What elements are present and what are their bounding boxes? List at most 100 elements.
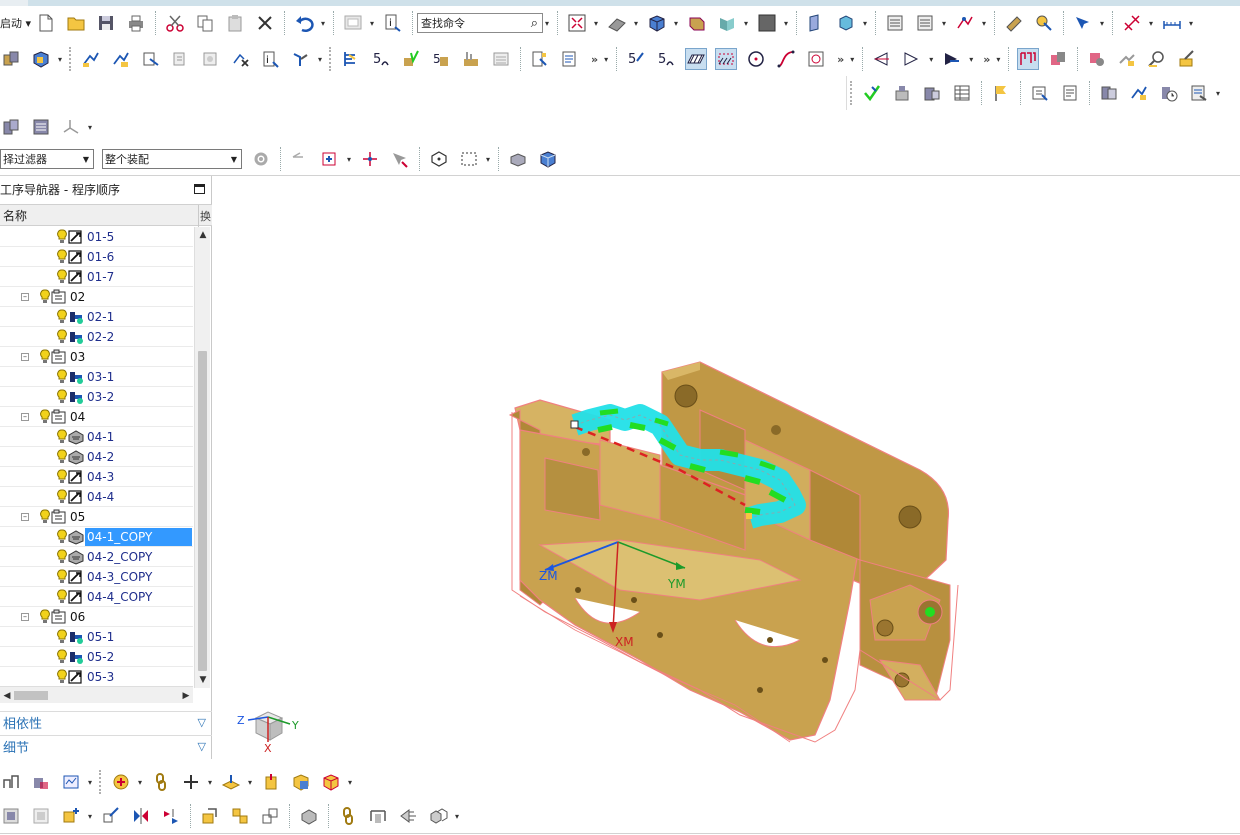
tree-operation-row[interactable]: 04-4_COPY bbox=[0, 587, 193, 607]
search-icon[interactable]: ⌕ bbox=[531, 16, 538, 31]
projection-dropdown[interactable]: ▾ bbox=[967, 48, 975, 70]
part-list-icon[interactable] bbox=[1098, 82, 1120, 104]
tree-horizontal-scrollbar[interactable]: ◀ ▶ bbox=[0, 686, 193, 703]
component-icon[interactable] bbox=[30, 48, 52, 70]
tree-operation-row[interactable]: 03-2 bbox=[0, 387, 193, 407]
view-triad[interactable]: Z Y X bbox=[237, 711, 299, 755]
hscroll-thumb[interactable] bbox=[14, 691, 48, 700]
move-component-icon[interactable] bbox=[100, 805, 122, 827]
delete-icon[interactable] bbox=[254, 12, 276, 34]
tree-operation-row[interactable]: 04-2 bbox=[0, 447, 193, 467]
open-folder-icon[interactable] bbox=[65, 12, 87, 34]
copy-icon[interactable] bbox=[194, 12, 216, 34]
layer-dropdown[interactable]: ▾ bbox=[940, 12, 948, 34]
scroll-left-icon[interactable]: ◀ bbox=[0, 687, 14, 704]
mold-icon[interactable] bbox=[30, 771, 52, 793]
filter-op-dropdown[interactable]: ▾ bbox=[316, 48, 324, 70]
maximize-icon[interactable] bbox=[194, 184, 205, 194]
workplane-icon[interactable] bbox=[805, 12, 827, 34]
assembly-load-icon[interactable] bbox=[0, 48, 22, 70]
csys-dropdown[interactable]: ▾ bbox=[861, 12, 869, 34]
curve-icon[interactable] bbox=[775, 48, 797, 70]
rectangle-select-dropdown[interactable]: ▾ bbox=[484, 148, 492, 170]
collapse-icon[interactable]: – bbox=[21, 353, 29, 361]
compare-icon[interactable] bbox=[1029, 82, 1051, 104]
point-constructor-icon[interactable] bbox=[954, 12, 976, 34]
component-dropdown[interactable]: ▾ bbox=[56, 48, 64, 70]
create-tool-icon[interactable] bbox=[140, 48, 162, 70]
csys-icon[interactable] bbox=[835, 12, 857, 34]
render-dropdown[interactable]: ▾ bbox=[672, 12, 680, 34]
weld-assistant-icon[interactable] bbox=[298, 805, 320, 827]
part-model-view[interactable]: ZM YM XM Z Y X bbox=[221, 176, 1240, 766]
delete-op-icon[interactable] bbox=[230, 48, 252, 70]
wave-link-icon[interactable] bbox=[199, 805, 221, 827]
object-edit-icon[interactable] bbox=[1176, 48, 1198, 70]
toolbar-overflow-2[interactable]: » bbox=[837, 53, 844, 66]
method-view-icon[interactable] bbox=[1116, 48, 1138, 70]
collapse-icon[interactable]: – bbox=[21, 513, 29, 521]
tree-program-group[interactable]: – 04 bbox=[0, 407, 193, 427]
tree-operation-row[interactable]: 01-6 bbox=[0, 247, 193, 267]
solid-select-icon[interactable] bbox=[537, 148, 559, 170]
axis-filter-icon[interactable] bbox=[60, 116, 82, 138]
display-blank-icon[interactable] bbox=[685, 48, 708, 70]
toolbar-overflow-dropdown[interactable]: ▾ bbox=[602, 48, 610, 70]
create-geometry-icon[interactable] bbox=[170, 48, 192, 70]
tool-path-editor-icon[interactable] bbox=[60, 771, 82, 793]
command-search-input[interactable]: 查找命令 ⌕ bbox=[417, 13, 544, 33]
chain-link-icon[interactable] bbox=[337, 805, 359, 827]
graphics-viewport[interactable]: ZM YM XM Z Y X bbox=[221, 176, 1240, 766]
component-array-icon[interactable] bbox=[30, 805, 52, 827]
add-point-dropdown[interactable]: ▾ bbox=[206, 771, 214, 793]
snap-grid-icon[interactable] bbox=[1121, 12, 1143, 34]
view-orient-icon[interactable] bbox=[686, 12, 708, 34]
measure-distance-icon[interactable] bbox=[1161, 12, 1183, 34]
snap-point-dropdown[interactable]: ▾ bbox=[345, 148, 353, 170]
tree-operation-row[interactable]: 02-1 bbox=[0, 307, 193, 327]
collapse-icon[interactable]: – bbox=[21, 613, 29, 621]
new-file-icon[interactable] bbox=[35, 12, 57, 34]
save-icon[interactable] bbox=[95, 12, 117, 34]
program-order-view-icon[interactable] bbox=[1017, 48, 1040, 70]
undo-icon[interactable] bbox=[293, 12, 315, 34]
info-op-icon[interactable]: i bbox=[260, 48, 282, 70]
link-icon[interactable] bbox=[150, 771, 172, 793]
projection-icon[interactable] bbox=[941, 48, 963, 70]
section-dropdown[interactable]: ▾ bbox=[742, 12, 750, 34]
hole-feature-icon[interactable] bbox=[367, 805, 389, 827]
section-view-icon[interactable] bbox=[716, 12, 738, 34]
body-select-icon[interactable] bbox=[507, 148, 529, 170]
paste-icon[interactable] bbox=[224, 12, 246, 34]
axis-filter-dropdown[interactable]: ▾ bbox=[86, 116, 94, 138]
extrude-icon[interactable] bbox=[260, 771, 282, 793]
datum-plane-icon[interactable] bbox=[220, 771, 242, 793]
mirror-assembly-icon[interactable] bbox=[130, 805, 152, 827]
create-operation-icon[interactable] bbox=[80, 48, 102, 70]
tree-operation-row[interactable]: 03-1 bbox=[0, 367, 193, 387]
details-section[interactable]: 细节 ▽ bbox=[0, 735, 212, 757]
selection-filter-select[interactable]: 择过滤器 ▼ bbox=[0, 149, 94, 169]
view-dropdown[interactable]: ▾ bbox=[592, 12, 600, 34]
render-style-icon[interactable] bbox=[646, 12, 668, 34]
print-icon[interactable] bbox=[125, 12, 147, 34]
quick-pick-icon[interactable] bbox=[389, 148, 411, 170]
toolpath-display-icon[interactable] bbox=[805, 48, 827, 70]
route-icon[interactable] bbox=[0, 771, 22, 793]
tree-vertical-scrollbar[interactable]: ▲ ▼ bbox=[194, 227, 210, 688]
move-object-icon[interactable] bbox=[110, 771, 132, 793]
block-icon[interactable] bbox=[290, 771, 312, 793]
layer-move-icon[interactable] bbox=[914, 12, 936, 34]
layer-settings-icon[interactable] bbox=[884, 12, 906, 34]
measure-angle-icon[interactable] bbox=[1033, 12, 1055, 34]
toolbar-overflow-3-dropdown[interactable]: ▾ bbox=[994, 48, 1002, 70]
tree-operation-row[interactable]: 04-3_COPY bbox=[0, 567, 193, 587]
display-region-icon[interactable] bbox=[715, 48, 738, 70]
tree-operation-row[interactable]: 04-1 bbox=[0, 427, 193, 447]
tree-program-group[interactable]: – 02 bbox=[0, 287, 193, 307]
tree-operation-row[interactable]: 04-4 bbox=[0, 487, 193, 507]
properties-icon[interactable] bbox=[1188, 82, 1210, 104]
boolean-dropdown[interactable]: ▾ bbox=[453, 805, 461, 827]
search-dropdown[interactable]: ▾ bbox=[543, 12, 551, 34]
assign-icon[interactable] bbox=[921, 82, 943, 104]
